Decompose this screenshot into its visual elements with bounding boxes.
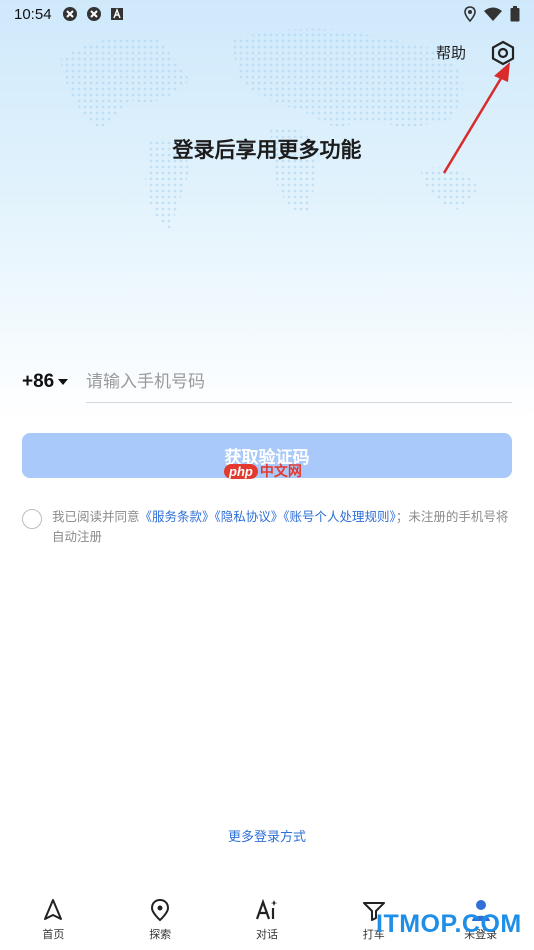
status-bar: 10:54	[0, 0, 534, 28]
country-code-selector[interactable]: +86	[22, 371, 86, 393]
phone-row: +86	[22, 360, 512, 404]
wifi-icon	[484, 7, 502, 21]
agreement-prefix: 我已阅读并同意	[52, 509, 140, 524]
php-watermark-logo: php	[224, 463, 258, 479]
nav-label: 首页	[42, 928, 65, 941]
location-icon	[464, 6, 476, 22]
php-watermark-text: 中文网	[259, 463, 302, 479]
country-code-label: +86	[22, 371, 55, 392]
settings-hexagon-icon[interactable]	[490, 40, 516, 66]
chevron-down-icon	[58, 379, 69, 385]
status-time: 10:54	[14, 5, 52, 23]
help-link[interactable]: 帮助	[436, 42, 466, 63]
phone-number-input[interactable]	[86, 361, 512, 403]
app-notification-icon	[62, 7, 77, 21]
navigation-arrow-icon	[44, 899, 63, 920]
account-rules-link[interactable]: 《账号个人处理规则》	[283, 509, 396, 524]
location-pin-icon	[151, 898, 170, 922]
app-notification-icon	[86, 7, 101, 21]
nav-item-home[interactable]: 首页	[8, 898, 98, 942]
ai-chat-icon	[255, 898, 278, 920]
privacy-link[interactable]: 《隐私协议》	[215, 509, 284, 524]
agreement-checkbox[interactable]	[22, 509, 42, 529]
a-notification-icon	[110, 8, 123, 20]
terms-link[interactable]: 《服务条款》	[140, 509, 215, 524]
php-watermark: php 中文网	[224, 461, 302, 481]
page-title: 登录后享用更多功能	[172, 138, 362, 162]
nav-item-explore[interactable]: 探索	[115, 898, 205, 942]
system-icons	[464, 6, 520, 22]
agreement-text: 我已阅读并同意《服务条款》《隐私协议》《账号个人处理规则》；未注册的手机号将自动…	[52, 507, 512, 547]
agreement-row: 我已阅读并同意《服务条款》《隐私协议》《账号个人处理规则》；未注册的手机号将自动…	[22, 507, 512, 547]
battery-icon	[510, 6, 520, 22]
more-login-options-link[interactable]: 更多登录方式	[0, 826, 534, 845]
nav-label: 对话	[255, 928, 278, 941]
nav-label: 探索	[149, 928, 172, 941]
notification-icons	[62, 6, 124, 22]
site-watermark: ITMOP.COM	[376, 910, 522, 938]
nav-item-chat[interactable]: 对话	[222, 898, 312, 942]
